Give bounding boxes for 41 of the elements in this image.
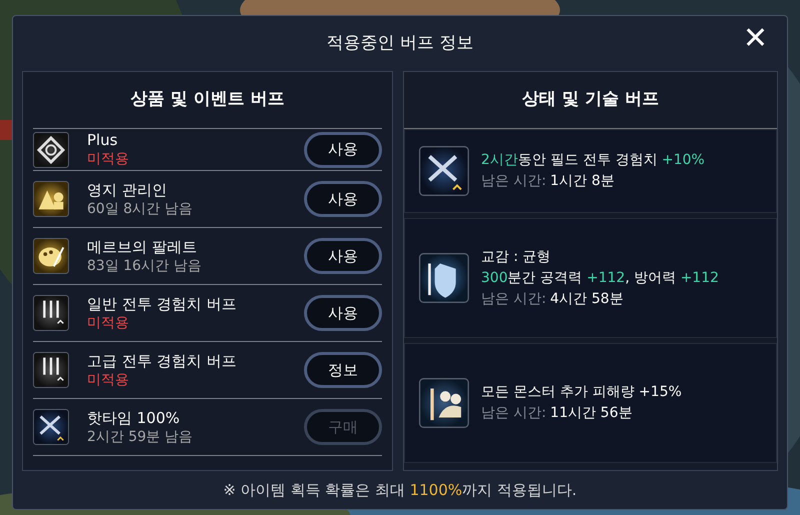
use-button[interactable]: 정보 xyxy=(304,352,382,388)
footer-note: ※ 아이템 획득 확률은 최대 1100%까지 적용됩니다. xyxy=(223,480,577,501)
close-button[interactable]: ✕ xyxy=(742,24,768,54)
item-name: 일반 전투 경험치 버프 xyxy=(87,294,238,314)
crossed-swords-icon xyxy=(419,146,469,196)
item-status: 미적용 xyxy=(87,370,130,390)
tent-icon xyxy=(33,181,69,217)
sword-crowd-icon xyxy=(419,378,469,428)
remaining-label: 남은 시간: xyxy=(481,290,546,308)
shield-icon xyxy=(419,253,469,303)
buff-effect: 300분간 공격력 +112, 방어력 +112 xyxy=(481,268,719,288)
panel-heading: 상태 및 기술 버프 xyxy=(522,88,659,112)
buff-name: 교감 : 균형 xyxy=(481,248,552,266)
item-name: 영지 관리인 xyxy=(87,180,168,200)
use-button[interactable]: 사용 xyxy=(304,132,382,168)
dialog-title: 적용중인 버프 정보 xyxy=(326,32,474,55)
item-status: 2시간 59분 남음 xyxy=(87,428,194,446)
panel-heading: 상품 및 이벤트 버프 xyxy=(130,88,284,112)
item-name: 고급 전투 경험치 버프 xyxy=(87,350,238,370)
palette-icon xyxy=(33,238,69,274)
item-name: 메르브의 팔레트 xyxy=(87,236,198,256)
item-name: Plus xyxy=(87,130,119,150)
item-status: 83일 16시간 남음 xyxy=(87,256,203,276)
item-status: 미적용 xyxy=(87,150,130,169)
remaining-time: 4시간 58분 xyxy=(550,290,624,308)
remaining-time: 1시간 8분 xyxy=(550,172,614,191)
use-button[interactable]: 사용 xyxy=(304,181,382,217)
remaining-label: 남은 시간: xyxy=(481,172,546,191)
use-button[interactable]: 사용 xyxy=(304,238,382,274)
remaining-label: 남은 시간: xyxy=(481,404,546,423)
crossed-swords-icon xyxy=(33,409,69,445)
item-name: 핫타임 100% xyxy=(87,408,181,428)
buff-effect: 모든 몬스터 추가 피해량 +15% xyxy=(481,383,682,402)
item-status: 60일 8시간 남음 xyxy=(87,200,194,218)
ring-icon xyxy=(33,132,69,168)
sword-icon xyxy=(33,352,69,388)
item-status: 미적용 xyxy=(87,314,130,332)
buff-effect: 2시간동안 필드 전투 경험치 +10% xyxy=(481,151,705,170)
remaining-time: 11시간 56분 xyxy=(550,404,632,423)
use-button[interactable]: 사용 xyxy=(304,295,382,331)
sword-icon xyxy=(33,295,69,331)
